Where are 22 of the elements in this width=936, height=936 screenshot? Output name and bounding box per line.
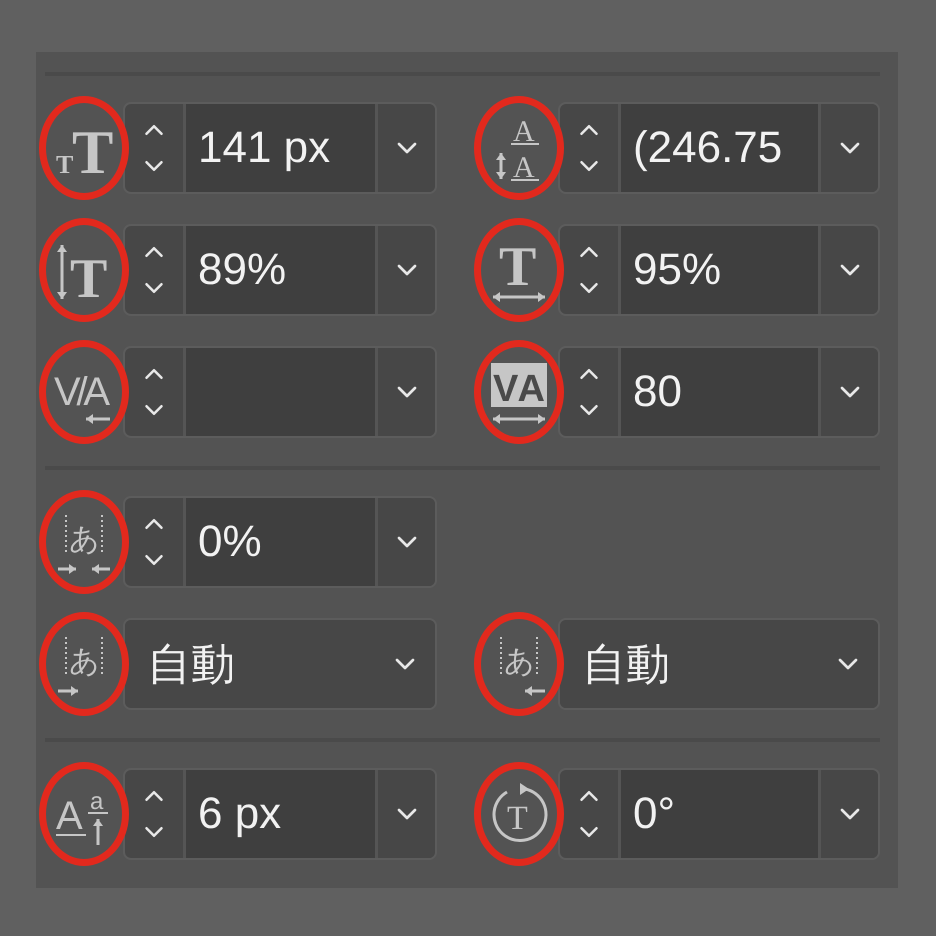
field-value: 6 px xyxy=(198,789,282,839)
field-value: 自動 xyxy=(582,638,670,690)
field-value: (246.75 xyxy=(633,123,782,173)
field-value: 89% xyxy=(198,245,286,295)
number-field[interactable]: (246.75 xyxy=(558,102,880,194)
number-field[interactable]: 89% xyxy=(123,224,437,316)
field-value: 0% xyxy=(198,517,262,567)
dropdown-field[interactable]: 自動 xyxy=(558,618,880,710)
dropdown-field[interactable]: 自動 xyxy=(123,618,437,710)
number-field[interactable]: 141 px xyxy=(123,102,437,194)
field-value: 95% xyxy=(633,245,722,295)
field-value: 自動 xyxy=(147,638,235,690)
number-field[interactable]: 95% xyxy=(558,224,880,316)
number-field[interactable] xyxy=(123,346,437,438)
number-field[interactable]: 80 xyxy=(558,346,880,438)
number-field[interactable]: 0° xyxy=(558,768,880,860)
number-field[interactable]: 6 px xyxy=(123,768,437,860)
field-value: 141 px xyxy=(198,123,330,173)
font-size-icon: TT xyxy=(54,113,114,183)
field-value: 80 xyxy=(633,367,682,417)
field-value: 0° xyxy=(633,789,676,839)
number-field[interactable]: 0% xyxy=(123,496,437,588)
